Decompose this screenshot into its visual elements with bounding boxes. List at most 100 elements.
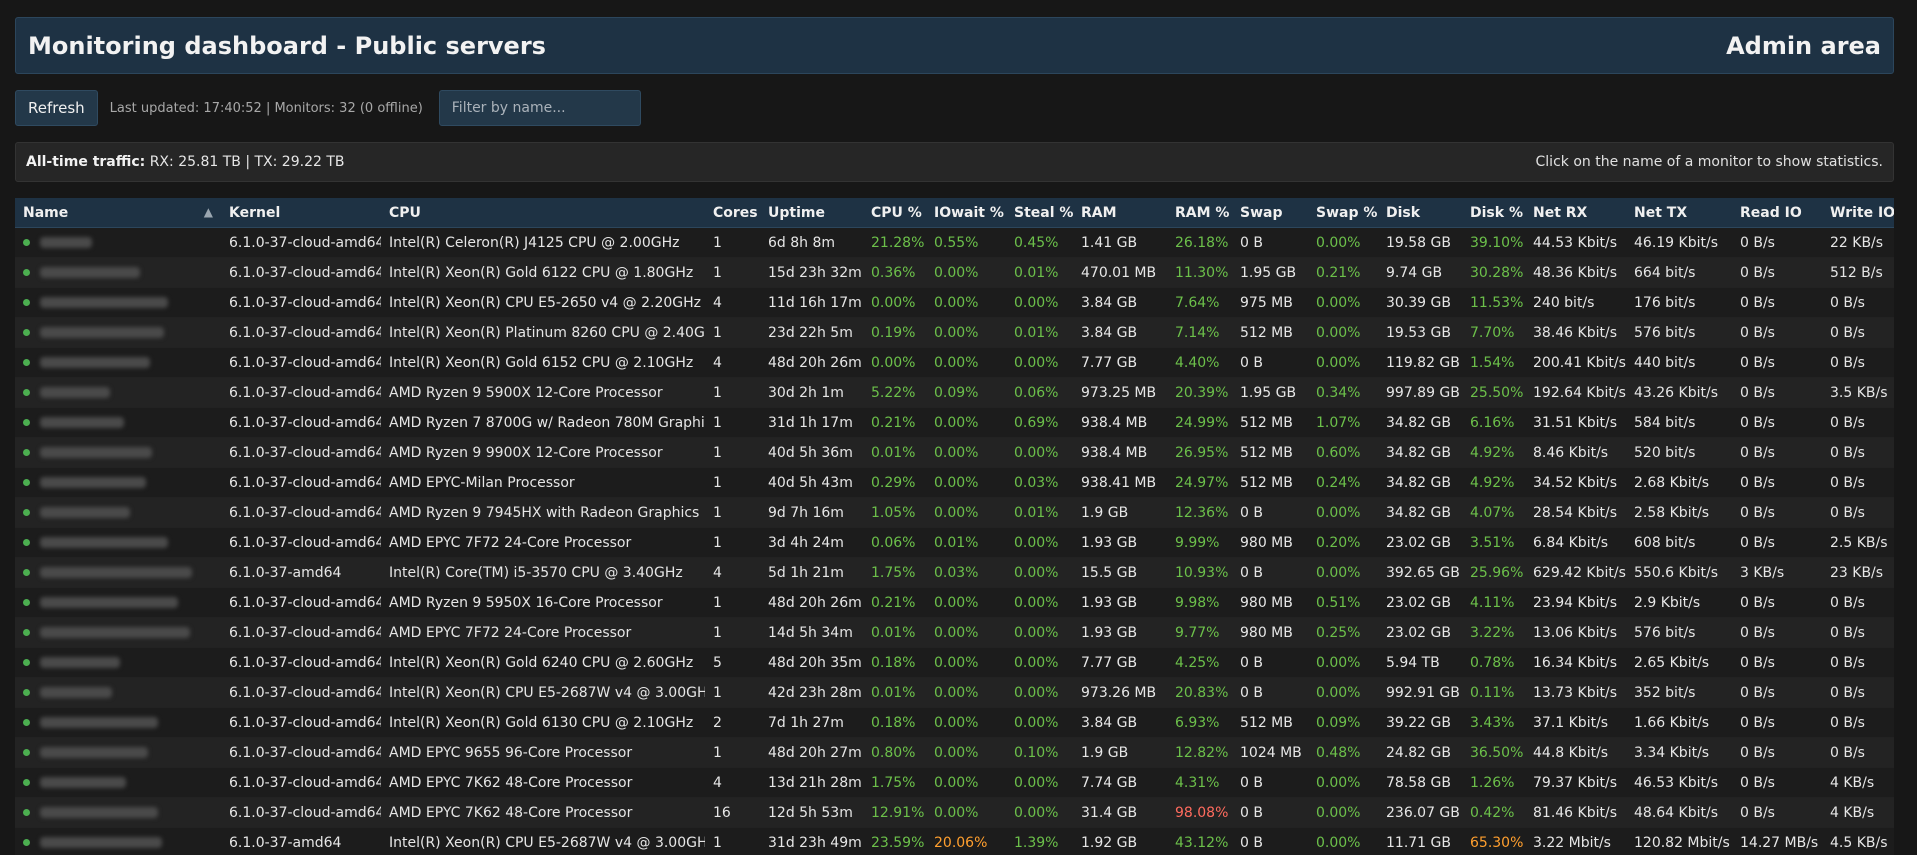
redacted-monitor-name[interactable] <box>40 657 120 668</box>
monitor-name[interactable] <box>23 687 213 698</box>
table-row[interactable]: 6.1.0-37-cloud-amd64 Intel(R) Xeon(R) Gol… <box>15 347 1894 378</box>
monitor-name[interactable] <box>23 357 213 368</box>
monitor-name-cell[interactable] <box>15 377 221 408</box>
column-header-disk[interactable]: Disk % <box>1462 198 1525 228</box>
table-row[interactable]: 6.1.0-37-cloud-amd64 AMD Ryzen 7 8700G w/… <box>15 407 1894 438</box>
table-row[interactable]: 6.1.0-37-cloud-amd64 AMD EPYC 7F72 24-Cor… <box>15 527 1894 558</box>
monitor-name[interactable] <box>23 747 213 758</box>
table-row[interactable]: 6.1.0-37-cloud-amd64 AMD Ryzen 9 7945HX w… <box>15 497 1894 528</box>
column-header-net-rx[interactable]: Net RX <box>1525 198 1626 228</box>
table-row[interactable]: 6.1.0-37-cloud-amd64 AMD EPYC 7K62 48-Cor… <box>15 797 1894 828</box>
column-header-write-io[interactable]: Write IO <box>1822 198 1894 228</box>
column-header-iowait[interactable]: IOwait % <box>926 198 1006 228</box>
table-row[interactable]: 6.1.0-37-cloud-amd64 Intel(R) Xeon(R) Gol… <box>15 647 1894 678</box>
table-row[interactable]: 6.1.0-37-cloud-amd64 Intel(R) Xeon(R) Gol… <box>15 707 1894 738</box>
monitor-name-cell[interactable] <box>15 257 221 288</box>
monitor-name[interactable] <box>23 777 213 788</box>
table-row[interactable]: 6.1.0-37-cloud-amd64 Intel(R) Xeon(R) Pla… <box>15 317 1894 348</box>
redacted-monitor-name[interactable] <box>40 777 126 788</box>
redacted-monitor-name[interactable] <box>40 837 162 848</box>
table-row[interactable]: 6.1.0-37-cloud-amd64 AMD EPYC 7K62 48-Cor… <box>15 767 1894 798</box>
monitor-name[interactable] <box>23 297 213 308</box>
redacted-monitor-name[interactable] <box>40 537 168 548</box>
redacted-monitor-name[interactable] <box>40 807 158 818</box>
monitor-name-cell[interactable] <box>15 617 221 648</box>
redacted-monitor-name[interactable] <box>40 357 150 368</box>
column-header-ram[interactable]: RAM % <box>1167 198 1232 228</box>
monitor-name[interactable] <box>23 237 213 248</box>
table-row[interactable]: 6.1.0-37-cloud-amd64 AMD EPYC 7F72 24-Cor… <box>15 617 1894 648</box>
column-header-name[interactable]: Name ▲ <box>15 198 221 228</box>
monitor-name-cell[interactable] <box>15 467 221 498</box>
monitor-name[interactable] <box>23 837 213 848</box>
redacted-monitor-name[interactable] <box>40 417 124 428</box>
table-row[interactable]: 6.1.0-37-cloud-amd64 Intel(R) Xeon(R) Gol… <box>15 257 1894 288</box>
filter-input[interactable] <box>438 90 641 126</box>
redacted-monitor-name[interactable] <box>40 627 190 638</box>
table-row[interactable]: 6.1.0-37-cloud-amd64 AMD EPYC-Milan Proce… <box>15 467 1894 498</box>
redacted-monitor-name[interactable] <box>40 237 92 248</box>
redacted-monitor-name[interactable] <box>40 567 192 578</box>
redacted-monitor-name[interactable] <box>40 507 130 518</box>
monitor-name-cell[interactable] <box>15 587 221 618</box>
admin-area-link[interactable]: Admin area <box>1726 32 1881 60</box>
monitor-name-cell[interactable] <box>15 797 221 828</box>
redacted-monitor-name[interactable] <box>40 297 168 308</box>
monitor-name[interactable] <box>23 807 213 818</box>
monitor-name[interactable] <box>23 597 213 608</box>
monitor-name[interactable] <box>23 717 213 728</box>
redacted-monitor-name[interactable] <box>40 387 110 398</box>
monitor-name-cell[interactable] <box>15 527 221 558</box>
monitor-name[interactable] <box>23 537 213 548</box>
monitor-name-cell[interactable] <box>15 557 221 588</box>
monitor-name[interactable] <box>23 267 213 278</box>
monitor-name-cell[interactable] <box>15 317 221 348</box>
redacted-monitor-name[interactable] <box>40 267 140 278</box>
column-header-cpu[interactable]: CPU <box>381 198 705 228</box>
column-header-swap[interactable]: Swap % <box>1308 198 1378 228</box>
monitor-name[interactable] <box>23 447 213 458</box>
column-header-net-tx[interactable]: Net TX <box>1626 198 1732 228</box>
sort-asc-icon[interactable]: ▲ <box>204 205 213 219</box>
column-header-cores[interactable]: Cores <box>705 198 760 228</box>
redacted-monitor-name[interactable] <box>40 747 148 758</box>
table-row[interactable]: 6.1.0-37-amd64 Intel(R) Core(TM) i5-3570 … <box>15 557 1894 588</box>
refresh-button[interactable]: Refresh <box>15 90 98 126</box>
column-header-disk[interactable]: Disk <box>1378 198 1462 228</box>
monitor-name-cell[interactable] <box>15 497 221 528</box>
column-header-steal[interactable]: Steal % <box>1006 198 1073 228</box>
redacted-monitor-name[interactable] <box>40 327 164 338</box>
column-header-read-io[interactable]: Read IO <box>1732 198 1822 228</box>
monitor-name-cell[interactable] <box>15 227 221 258</box>
table-row[interactable]: 6.1.0-37-cloud-amd64 Intel(R) Xeon(R) CPU… <box>15 677 1894 708</box>
column-header-ram[interactable]: RAM <box>1073 198 1167 228</box>
table-row[interactable]: 6.1.0-37-cloud-amd64 AMD EPYC 9655 96-Cor… <box>15 737 1894 768</box>
monitor-name[interactable] <box>23 477 213 488</box>
monitor-name[interactable] <box>23 507 213 518</box>
monitor-name[interactable] <box>23 417 213 428</box>
monitor-name-cell[interactable] <box>15 437 221 468</box>
monitor-name[interactable] <box>23 327 213 338</box>
monitor-name[interactable] <box>23 657 213 668</box>
column-header-kernel[interactable]: Kernel <box>221 198 381 228</box>
monitor-name-cell[interactable] <box>15 287 221 318</box>
monitor-name[interactable] <box>23 627 213 638</box>
table-row[interactable]: 6.1.0-37-cloud-amd64 AMD Ryzen 9 5950X 16… <box>15 587 1894 618</box>
monitor-name[interactable] <box>23 567 213 578</box>
monitor-name-cell[interactable] <box>15 827 221 855</box>
monitor-name-cell[interactable] <box>15 677 221 708</box>
redacted-monitor-name[interactable] <box>40 687 112 698</box>
table-row[interactable]: 6.1.0-37-cloud-amd64 Intel(R) Xeon(R) CPU… <box>15 287 1894 318</box>
column-header-swap[interactable]: Swap <box>1232 198 1308 228</box>
monitor-name-cell[interactable] <box>15 707 221 738</box>
column-header-uptime[interactable]: Uptime <box>760 198 863 228</box>
column-header-cpu[interactable]: CPU % <box>863 198 926 228</box>
monitor-name[interactable] <box>23 387 213 398</box>
monitor-name-cell[interactable] <box>15 647 221 678</box>
redacted-monitor-name[interactable] <box>40 447 152 458</box>
monitor-name-cell[interactable] <box>15 407 221 438</box>
monitor-name-cell[interactable] <box>15 767 221 798</box>
table-row[interactable]: 6.1.0-37-cloud-amd64 Intel(R) Celeron(R) … <box>15 227 1894 258</box>
table-row[interactable]: 6.1.0-37-cloud-amd64 AMD Ryzen 9 5900X 12… <box>15 377 1894 408</box>
monitor-name-cell[interactable] <box>15 347 221 378</box>
